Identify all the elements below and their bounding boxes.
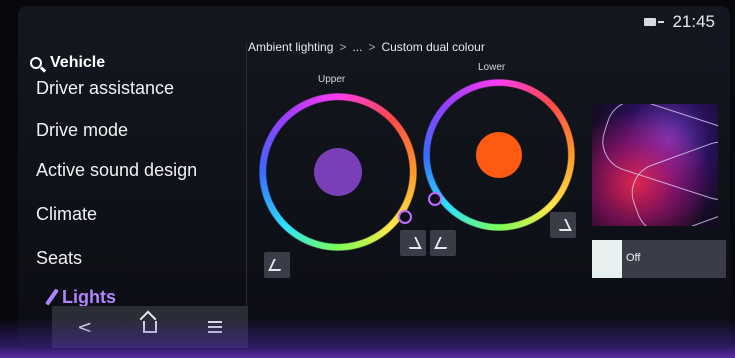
menu-title-label: Vehicle bbox=[50, 54, 106, 71]
sidebar-item-active-sound-design[interactable]: Active sound design bbox=[36, 160, 197, 181]
status-bar: 21:45 bbox=[644, 12, 715, 32]
ambient-light-toggle[interactable]: Off bbox=[592, 240, 726, 278]
sidebar-item-label: Climate bbox=[36, 204, 98, 224]
breadcrumb-root[interactable]: Ambient lighting bbox=[248, 40, 333, 54]
lower-seat-left-button[interactable] bbox=[430, 230, 456, 256]
menu-title[interactable]: Vehicle bbox=[30, 54, 105, 72]
toggle-knob[interactable] bbox=[592, 240, 622, 278]
breadcrumb-sep: > bbox=[368, 40, 376, 54]
sidebar-item-lights[interactable]: Lights bbox=[45, 287, 116, 308]
upper-ring-handle[interactable] bbox=[398, 210, 412, 224]
sidebar-item-label: Active sound design bbox=[36, 160, 198, 180]
sidebar-item-label: Seats bbox=[36, 248, 83, 268]
sidebar-item-driver-assistance[interactable]: Driver assistance bbox=[36, 78, 174, 99]
upper-color-preview bbox=[314, 148, 362, 196]
toggle-label: Off bbox=[626, 252, 641, 264]
seat-icon bbox=[554, 219, 572, 231]
seat-icon bbox=[434, 237, 452, 249]
sidebar-item-label: Lights bbox=[62, 287, 116, 307]
seat-icon bbox=[404, 237, 422, 249]
lower-color-wheel[interactable] bbox=[422, 78, 576, 232]
sidebar-item-drive-mode[interactable]: Drive mode bbox=[36, 120, 128, 141]
breadcrumb: Ambient lighting >... > Custom dual colour bbox=[248, 40, 485, 54]
device-frame: 21:45 Vehicle Driver assistance Drive mo… bbox=[0, 0, 735, 358]
seat-icon bbox=[268, 259, 286, 271]
lower-ring-handle[interactable] bbox=[428, 192, 442, 206]
cabin-preview-image bbox=[592, 104, 718, 226]
lower-zone-label: Lower bbox=[478, 62, 506, 73]
upper-seat-right-button[interactable] bbox=[400, 230, 426, 256]
upper-seat-left-button[interactable] bbox=[264, 252, 290, 278]
breadcrumb-sep: > bbox=[339, 40, 347, 54]
sidebar-item-label: Drive mode bbox=[36, 120, 129, 140]
battery-plug-icon bbox=[644, 17, 665, 27]
clock: 21:45 bbox=[672, 12, 715, 31]
upper-zone-label: Upper bbox=[318, 74, 346, 85]
sidebar-item-climate[interactable]: Climate bbox=[36, 204, 97, 225]
search-icon[interactable] bbox=[30, 57, 42, 69]
breadcrumb-mid[interactable]: ... bbox=[352, 40, 362, 54]
upper-color-wheel[interactable] bbox=[258, 92, 418, 252]
lower-seat-right-button[interactable] bbox=[550, 212, 576, 238]
ambient-glow-strip bbox=[0, 318, 735, 358]
sidebar-item-label: Driver assistance bbox=[36, 78, 175, 98]
sidebar-divider bbox=[246, 44, 247, 314]
breadcrumb-current: Custom dual colour bbox=[381, 40, 485, 54]
sidebar-item-seats[interactable]: Seats bbox=[36, 248, 82, 269]
lower-color-preview bbox=[476, 132, 522, 178]
